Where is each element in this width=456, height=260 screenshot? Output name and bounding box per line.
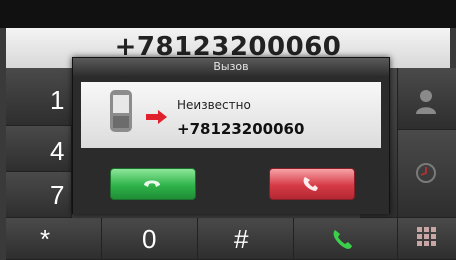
history-button[interactable] xyxy=(398,130,456,218)
caller-info: Неизвестно +78123200060 xyxy=(81,82,381,148)
call-icon xyxy=(333,230,352,249)
mobile-phone-icon xyxy=(110,90,132,132)
phone-answer-icon xyxy=(144,180,160,187)
key-4[interactable]: 4 xyxy=(6,126,72,172)
top-bar xyxy=(0,0,456,28)
clock-icon xyxy=(416,163,436,183)
incoming-arrow-icon xyxy=(146,110,167,124)
key-hash[interactable]: # xyxy=(198,218,294,260)
key-0[interactable]: 0 xyxy=(102,218,198,260)
dialog-title: Вызов xyxy=(73,58,389,76)
phone-hangup-icon xyxy=(303,177,318,191)
contacts-icon xyxy=(416,90,436,114)
reject-call-button[interactable] xyxy=(269,168,355,200)
key-star[interactable]: * xyxy=(6,218,102,260)
keypad-toggle-button[interactable] xyxy=(398,218,456,260)
incoming-call-dialog: Вызов Неизвестно +78123200060 xyxy=(72,57,390,214)
caller-number: +78123200060 xyxy=(177,120,305,138)
contacts-button[interactable] xyxy=(398,68,456,130)
dialog-actions xyxy=(73,154,389,214)
caller-name: Неизвестно xyxy=(177,98,251,112)
key-7[interactable]: 7 xyxy=(6,172,72,218)
dialer-screen: +78123200060 1 4 7 * 0 # Вызов Неизвестн… xyxy=(0,0,456,260)
accept-call-button[interactable] xyxy=(110,168,196,200)
keypad-grid-icon xyxy=(417,227,436,246)
call-button[interactable] xyxy=(294,218,398,260)
